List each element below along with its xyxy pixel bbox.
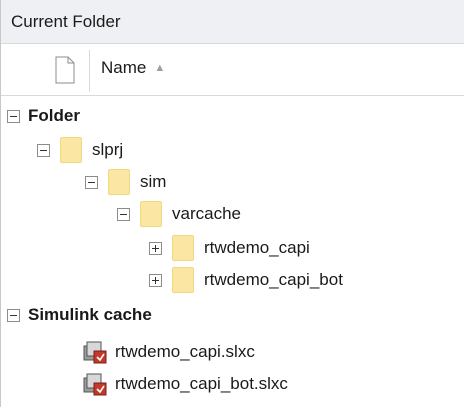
sort-ascending-icon: ▲: [154, 62, 166, 74]
document-icon: [55, 56, 75, 84]
group-simulink-cache[interactable]: Simulink cache: [1, 301, 464, 329]
folder-icon: [140, 201, 162, 227]
tree-item-label: varcache: [172, 204, 241, 223]
tree-item-label: sim: [140, 172, 167, 191]
collapse-varcache-icon[interactable]: [117, 207, 130, 221]
folder-icon: [172, 235, 194, 261]
name-column-label: Name: [101, 58, 147, 77]
tree-item-label: rtwdemo_capi: [204, 238, 310, 257]
file-item-label: rtwdemo_capi_bot.slxc: [115, 374, 288, 393]
current-folder-panel: Current Folder Name ▲ Folder slprj sim v…: [0, 0, 464, 407]
panel-title: Current Folder: [11, 12, 121, 31]
collapse-folder-group-icon[interactable]: [7, 109, 20, 123]
expand-rtwdemo-capi-bot-icon[interactable]: [149, 273, 162, 287]
tree-item-label: slprj: [92, 140, 124, 159]
file-item-rtwdemo-capi-bot-slxc[interactable]: rtwdemo_capi_bot.slxc: [83, 369, 288, 399]
tree-item-sim[interactable]: sim: [85, 167, 166, 197]
tree-item-varcache[interactable]: varcache: [117, 199, 241, 229]
column-header: Name ▲: [1, 44, 464, 96]
column-divider[interactable]: [89, 50, 90, 92]
group-folder[interactable]: Folder: [1, 102, 464, 130]
group-folder-label: Folder: [28, 106, 80, 125]
tree-item-slprj[interactable]: slprj: [37, 135, 123, 165]
simulink-cache-file-icon: [83, 341, 107, 364]
folder-icon: [60, 137, 82, 163]
folder-icon: [172, 267, 194, 293]
tree-item-rtwdemo-capi[interactable]: rtwdemo_capi: [149, 233, 310, 263]
file-item-label: rtwdemo_capi.slxc: [115, 342, 255, 361]
collapse-slprj-icon[interactable]: [37, 143, 50, 157]
tree-item-label: rtwdemo_capi_bot: [204, 270, 343, 289]
collapse-sim-icon[interactable]: [85, 175, 98, 189]
simulink-cache-file-icon: [83, 373, 107, 396]
name-column-header[interactable]: Name ▲: [101, 58, 165, 78]
panel-title-bar: Current Folder: [1, 0, 464, 44]
folder-icon: [108, 169, 130, 195]
file-item-rtwdemo-capi-slxc[interactable]: rtwdemo_capi.slxc: [83, 337, 255, 367]
collapse-simulink-cache-group-icon[interactable]: [7, 308, 20, 322]
tree-item-rtwdemo-capi-bot[interactable]: rtwdemo_capi_bot: [149, 265, 343, 295]
expand-rtwdemo-capi-icon[interactable]: [149, 241, 162, 255]
group-simulink-cache-label: Simulink cache: [28, 305, 152, 324]
